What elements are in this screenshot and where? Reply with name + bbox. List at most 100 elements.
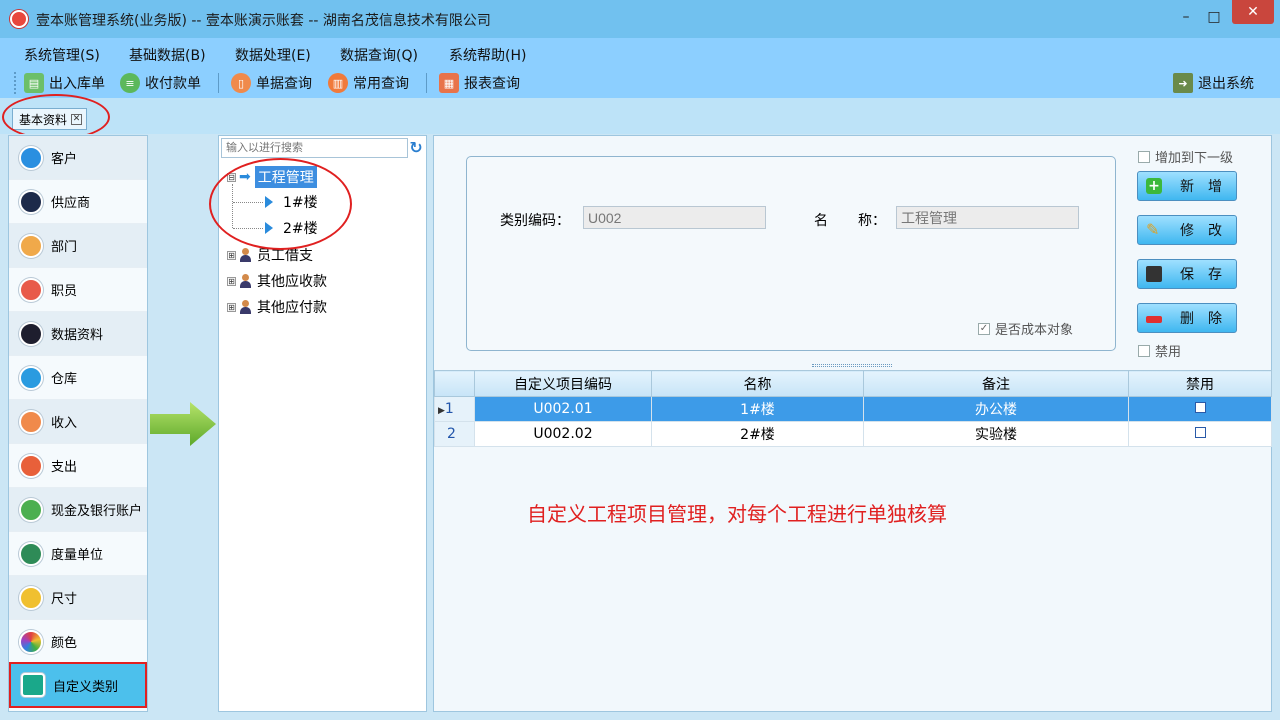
disabled-checkbox[interactable]: 禁用: [1138, 341, 1181, 360]
document-icon: ▤: [24, 73, 44, 93]
table-row[interactable]: 2 U002.02 2#楼 实验楼: [434, 421, 1272, 447]
checkbox-icon[interactable]: [1194, 427, 1206, 438]
sidebar-item-size[interactable]: 尺寸: [9, 576, 147, 620]
sidebar-item-staff[interactable]: 职员: [9, 268, 147, 312]
menu-data-processing[interactable]: 数据处理(E): [235, 45, 311, 65]
toolbar-inout-button[interactable]: ▤ 出入库单: [24, 72, 105, 94]
tree-panel: ↻ ⊟ ➡ 工程管理 1#楼 2#楼 ⊞ 员工借支 ⊞ 其他应收款 ⊞ 其他应付…: [209, 135, 427, 712]
data-icon: [19, 321, 43, 346]
maximize-button[interactable]: □: [1198, 6, 1230, 30]
customer-icon: [19, 145, 43, 170]
sidebar-item-label: 尺寸: [51, 592, 78, 607]
delete-button[interactable]: 删 除: [1137, 303, 1237, 333]
disabled-label: 禁用: [1155, 345, 1182, 360]
row-number[interactable]: 2: [434, 421, 475, 447]
col-header-name[interactable]: 名称: [651, 370, 864, 397]
code-label: 类别编码：: [500, 213, 570, 229]
row-number-label: 1: [444, 401, 454, 417]
expand-icon[interactable]: ⊞: [227, 250, 236, 260]
code-field[interactable]: [583, 206, 766, 229]
edit-button[interactable]: ✎ 修 改: [1137, 215, 1237, 245]
expand-icon[interactable]: ⊞: [227, 276, 236, 286]
toolbar-separator: [426, 73, 427, 93]
annotation-text: 自定义工程项目管理，对每个工程进行单独核算: [527, 502, 947, 526]
exit-button[interactable]: ➜ 退出系统: [1173, 72, 1254, 94]
sidebar-item-label: 支出: [51, 460, 78, 475]
cell-note[interactable]: 实验楼: [863, 421, 1129, 447]
row-number[interactable]: ▶1: [434, 396, 475, 422]
cost-object-checkbox[interactable]: ✓ 是否成本对象: [978, 319, 1073, 338]
save-button-label: 保 存: [1180, 267, 1222, 283]
sidebar: 客户 供应商 部门 职员 数据资料 仓库 收入 支出 现金及银行账户 度量单位 …: [8, 135, 148, 712]
toolbar-payment-label: 收付款单: [145, 76, 201, 92]
col-header-note[interactable]: 备注: [863, 370, 1129, 397]
toolbar-report-label: 报表查询: [464, 76, 520, 92]
cell-note[interactable]: 办公楼: [863, 396, 1129, 422]
expand-icon[interactable]: ⊞: [227, 302, 236, 312]
menu-help[interactable]: 系统帮助(H): [449, 45, 526, 65]
floppy-disk-icon: [1146, 266, 1162, 282]
tree-search-input[interactable]: [221, 138, 408, 158]
checkbox-icon[interactable]: [1194, 402, 1206, 413]
sidebar-item-expense[interactable]: 支出: [9, 444, 147, 488]
col-header-code[interactable]: 自定义项目编码: [474, 370, 652, 397]
sidebar-item-color[interactable]: 颜色: [9, 620, 147, 664]
staff-icon: [19, 277, 43, 302]
sidebar-item-label: 现金及银行账户: [51, 504, 143, 519]
cell-code[interactable]: U002.02: [474, 421, 652, 447]
cell-name[interactable]: 2#楼: [651, 421, 864, 447]
splitter-handle[interactable]: [812, 364, 892, 367]
sidebar-item-cash-bank[interactable]: 现金及银行账户: [9, 488, 147, 532]
sidebar-item-customer[interactable]: 客户: [9, 136, 147, 180]
sidebar-item-department[interactable]: 部门: [9, 224, 147, 268]
scale-icon: [19, 541, 43, 566]
checkbox-icon: [1138, 344, 1150, 357]
menu-data-query[interactable]: 数据查询(Q): [340, 45, 418, 65]
save-button[interactable]: 保 存: [1137, 259, 1237, 289]
col-header-disabled[interactable]: 禁用: [1128, 370, 1272, 397]
toolbar-report-button[interactable]: ▦ 报表查询: [439, 72, 520, 94]
tree-node-other-receivable[interactable]: ⊞ 其他应收款: [227, 269, 327, 293]
department-icon: [19, 233, 43, 258]
window-title: 壹本账管理系统(业务版) -- 壹本账演示账套 -- 湖南名茂信息技术有限公司: [36, 13, 491, 29]
report-icon: ▦: [439, 73, 459, 93]
size-icon: [19, 585, 43, 610]
row-number-label: 2: [447, 426, 456, 442]
sidebar-item-label: 供应商: [51, 196, 91, 211]
sidebar-item-unit[interactable]: 度量单位: [9, 532, 147, 576]
sidebar-item-supplier[interactable]: 供应商: [9, 180, 147, 224]
items-grid: 自定义项目编码 名称 备注 禁用 ▶1 U002.01 1#楼 办公楼 2 U0…: [434, 370, 1272, 447]
sidebar-item-data[interactable]: 数据资料: [9, 312, 147, 356]
tree-node-other-payable[interactable]: ⊞ 其他应付款: [227, 295, 327, 319]
tree-node-label: 其他应付款: [257, 300, 327, 316]
app-logo-icon: [10, 10, 28, 28]
toolbar-doc-query-button[interactable]: ▯ 单据查询: [231, 72, 312, 94]
toolbar-payment-button[interactable]: ≡ 收付款单: [120, 72, 201, 94]
edit-button-label: 修 改: [1180, 223, 1222, 239]
person-icon: [239, 274, 251, 288]
highlight-circle: [209, 158, 352, 250]
sidebar-item-income[interactable]: 收入: [9, 400, 147, 444]
table-row[interactable]: ▶1 U002.01 1#楼 办公楼: [434, 396, 1272, 422]
cell-disabled[interactable]: [1128, 396, 1272, 422]
cell-name[interactable]: 1#楼: [651, 396, 864, 422]
add-button[interactable]: + 新 增: [1137, 171, 1237, 201]
menu-basic-data[interactable]: 基础数据(B): [129, 45, 206, 65]
sidebar-item-label: 收入: [51, 416, 78, 431]
refresh-icon[interactable]: ↻: [407, 138, 425, 158]
cell-disabled[interactable]: [1128, 421, 1272, 447]
cost-object-label: 是否成本对象: [995, 323, 1074, 338]
close-button[interactable]: ✕: [1232, 0, 1274, 24]
name-field[interactable]: [896, 206, 1079, 229]
toolbar-common-query-button[interactable]: ▥ 常用查询: [328, 72, 409, 94]
sidebar-item-label: 数据资料: [51, 328, 104, 343]
cell-code[interactable]: U002.01: [474, 396, 652, 422]
plus-icon: +: [1146, 178, 1162, 194]
add-sublevel-checkbox[interactable]: 增加到下一级: [1138, 147, 1233, 166]
name-label-part2: 称：: [858, 213, 886, 229]
sidebar-item-custom-category[interactable]: 自定义类别: [9, 662, 147, 708]
sidebar-item-warehouse[interactable]: 仓库: [9, 356, 147, 400]
person-icon: [239, 300, 251, 314]
menu-system[interactable]: 系统管理(S): [24, 45, 100, 65]
exit-label: 退出系统: [1198, 76, 1254, 92]
